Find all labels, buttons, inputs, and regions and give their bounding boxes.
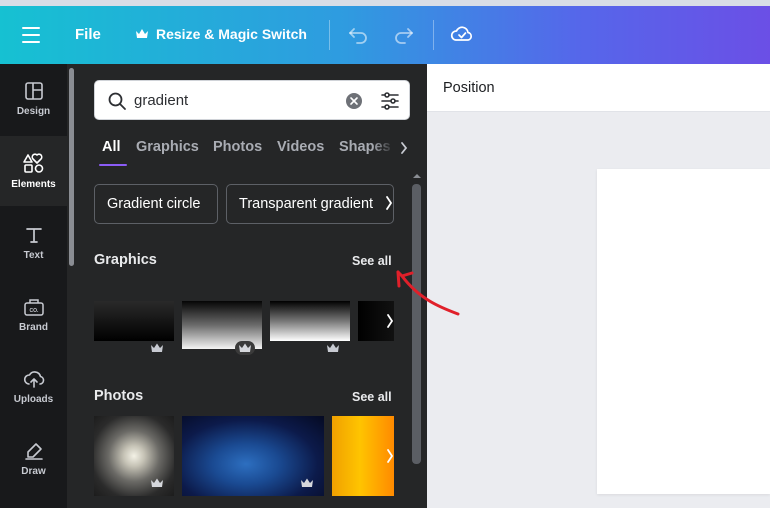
suggestion-chip[interactable]: Transparent gradient (226, 184, 394, 224)
rail-item-draw[interactable]: Draw (0, 424, 67, 494)
photos-section-title: Photos (94, 388, 144, 404)
panel-scrollbar-thumb[interactable] (412, 184, 421, 464)
rail-item-label: Draw (21, 466, 46, 477)
design-page[interactable] (597, 169, 770, 494)
elements-panel: gradient All Graphics Photos Videos Shap… (67, 64, 427, 508)
left-rail: Design Elements Text CO. Brand Uploads D… (0, 64, 67, 508)
redo-icon[interactable] (393, 23, 415, 50)
graphics-section-title: Graphics (94, 252, 157, 268)
suggestion-chip[interactable]: Gradient circle (94, 184, 218, 224)
result-tabs: All Graphics Photos Videos Shapes (94, 136, 412, 166)
premium-crown-icon (147, 476, 167, 490)
header-divider (329, 20, 330, 50)
cloud-upload-icon (23, 371, 44, 388)
active-tab-indicator (99, 164, 127, 166)
chip-label: Transparent gradient (239, 196, 374, 212)
hamburger-icon[interactable] (22, 27, 40, 43)
graphics-chevron-right-icon[interactable] (375, 306, 405, 336)
tab-photos[interactable]: Photos (213, 139, 262, 155)
photos-see-all-link[interactable]: See all (352, 390, 392, 404)
position-button[interactable]: Position (443, 80, 495, 96)
premium-crown-icon (147, 341, 167, 355)
clear-search-icon[interactable] (345, 92, 363, 110)
layout-icon (24, 82, 43, 100)
search-icon (108, 92, 126, 110)
svg-text:CO.: CO. (29, 308, 39, 314)
rail-item-text[interactable]: Text (0, 208, 67, 278)
pen-icon (24, 443, 43, 460)
chip-label: Gradient circle (107, 196, 201, 212)
shapes-icon (22, 153, 43, 173)
resize-magic-switch-label: Resize & Magic Switch (156, 26, 307, 42)
rail-item-label: Elements (11, 179, 56, 190)
header-divider (433, 20, 434, 50)
rail-item-label: Brand (19, 322, 48, 333)
resize-magic-switch-button[interactable]: Resize & Magic Switch (135, 26, 307, 42)
graphics-see-all-link[interactable]: See all (352, 254, 392, 268)
tab-all[interactable]: All (102, 139, 121, 155)
rail-item-brand[interactable]: CO. Brand (0, 280, 67, 350)
top-header: File Resize & Magic Switch (0, 6, 770, 64)
premium-crown-icon (235, 341, 255, 355)
search-input[interactable]: gradient (134, 92, 188, 109)
brand-kit-icon: CO. (23, 299, 44, 316)
rail-item-design[interactable]: Design (0, 64, 67, 134)
graphic-thumbnail[interactable] (270, 301, 350, 341)
premium-crown-icon (323, 341, 343, 355)
rail-item-label: Text (23, 250, 44, 261)
tab-videos[interactable]: Videos (277, 139, 324, 155)
tabs-chevron-right-icon[interactable] (399, 140, 409, 156)
rail-item-label: Design (16, 106, 51, 117)
premium-crown-icon (297, 476, 317, 490)
text-icon (25, 228, 42, 243)
graphic-thumbnail[interactable] (94, 301, 174, 341)
file-menu-button[interactable]: File (75, 26, 101, 43)
scroll-up-icon[interactable] (411, 171, 423, 181)
rail-item-elements[interactable]: Elements (0, 136, 67, 206)
rail-scrollbar[interactable] (69, 68, 74, 266)
rail-item-uploads[interactable]: Uploads (0, 352, 67, 422)
chips-chevron-right-icon[interactable] (384, 194, 394, 212)
photos-chevron-right-icon[interactable] (375, 441, 405, 471)
tab-graphics[interactable]: Graphics (136, 139, 199, 155)
rail-item-label: Uploads (13, 394, 54, 405)
search-box[interactable]: gradient (94, 80, 410, 120)
undo-icon[interactable] (347, 23, 369, 50)
filter-icon[interactable] (379, 90, 401, 112)
context-toolbar: Position (427, 64, 770, 112)
cloud-saved-icon[interactable] (450, 23, 474, 50)
crown-icon (136, 29, 148, 38)
